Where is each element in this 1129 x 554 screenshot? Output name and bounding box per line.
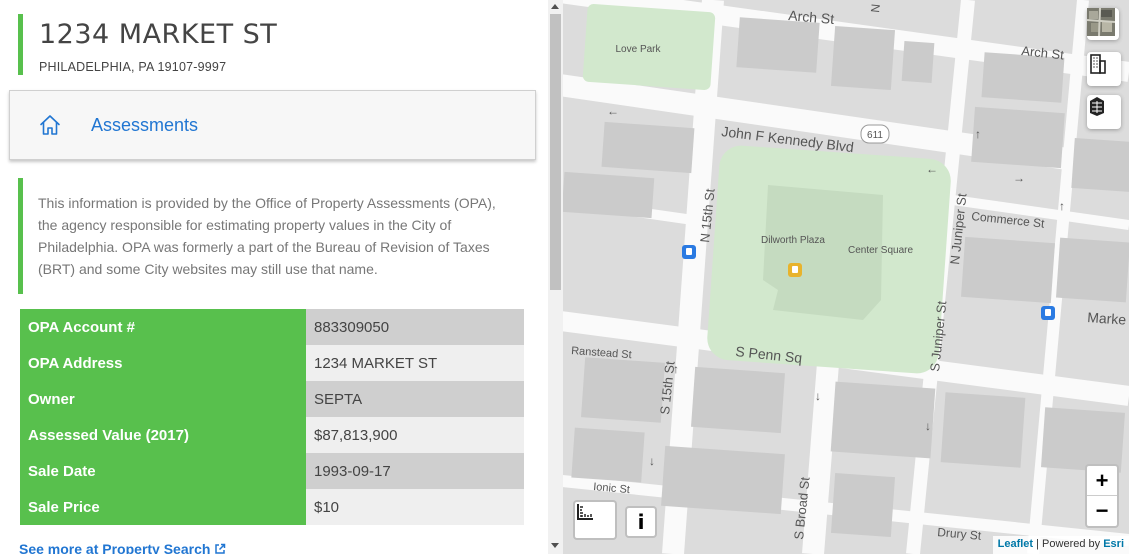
svg-text:↓: ↓ [649,454,655,468]
route-611-label: 611 [867,130,883,141]
route-611-shield-icon: 611 [860,124,890,144]
row-value: 1234 MARKET ST [306,345,524,381]
table-row: Assessed Value (2017) $87,813,900 [20,417,524,453]
map-view[interactable]: 611 ← ← → ↑ ↑ ↓ ↓ ↓ ↑ Arch St Arch St Lo… [563,0,1129,554]
assessments-topic-header[interactable]: Assessments [9,90,536,160]
3d-building-icon [1090,97,1104,116]
address-subtitle: PHILADELPHIA, PA 19107-9997 [39,60,227,74]
property-search-link[interactable]: See more at Property Search [19,541,226,554]
svg-text:→: → [1013,171,1025,185]
row-value: $10 [306,489,524,525]
row-value: 1993-09-17 [306,453,524,489]
panel-scrollbar[interactable] [548,0,563,554]
address-title: 1234 MARKET ST [39,19,278,50]
zoom-control: + − [1085,464,1119,528]
love-park-label: Love Park [615,44,661,55]
esri-link[interactable]: Esri [1103,538,1124,550]
property-table: OPA Account # 883309050 OPA Address 1234… [20,309,524,525]
dilworth-plaza-label: Dilworth Plaza [761,235,825,246]
zoom-in-button[interactable]: + [1087,466,1117,496]
market-st-label: Marke [1087,309,1127,328]
row-label: OPA Account # [20,309,306,345]
table-row: Sale Date 1993-09-17 [20,453,524,489]
row-label: Sale Price [20,489,306,525]
table-row: Owner SEPTA [20,381,524,417]
home-icon [40,115,60,135]
row-value: SEPTA [306,381,524,417]
address-header: 1234 MARKET ST PHILADELPHIA, PA 19107-99… [18,14,538,75]
row-value: 883309050 [306,309,524,345]
svg-text:↓: ↓ [815,389,821,403]
basemap[interactable]: 611 ← ← → ↑ ↑ ↓ ↓ ↓ ↑ Arch St Arch St Lo… [563,0,1129,554]
row-label: OPA Address [20,345,306,381]
scroll-up-arrow-icon[interactable] [551,4,559,9]
imagery-toggle-button[interactable] [1087,8,1119,40]
row-label: Assessed Value (2017) [20,417,306,453]
legend-info-button[interactable]: i [625,506,657,538]
building-icon [1090,54,1106,74]
row-value: $87,813,900 [306,417,524,453]
table-row: OPA Address 1234 MARKET ST [20,345,524,381]
map-attribution: Leaflet | Powered by Esri [992,536,1129,554]
external-link-icon [215,543,226,554]
svg-text:↓: ↓ [925,419,931,433]
svg-text:↑: ↑ [975,127,981,141]
attribution-separator: | Powered by [1033,538,1104,550]
subway-station-icon [682,245,696,259]
leaflet-link[interactable]: Leaflet [998,538,1033,550]
historic-map-button[interactable] [1087,52,1121,86]
info-icon: i [637,510,645,534]
scroll-down-arrow-icon[interactable] [551,543,559,548]
subway-station-icon [1041,306,1055,320]
row-label: Owner [20,381,306,417]
link-text: See more at Property Search [19,541,211,554]
row-label: Sale Date [20,453,306,489]
zoom-out-button[interactable]: − [1087,496,1117,526]
svg-text:↑: ↑ [1059,199,1065,213]
topic-panel: 1234 MARKET ST PHILADELPHIA, PA 19107-99… [0,0,548,554]
svg-text:←: ← [926,162,938,176]
aerial-thumbnail-icon [1087,8,1115,36]
n-st-label: N [868,3,883,13]
table-row: OPA Account # 883309050 [20,309,524,345]
center-square-label: Center Square [848,245,913,256]
3d-view-button[interactable] [1087,95,1121,129]
topic-label: Assessments [91,115,199,135]
svg-text:←: ← [607,104,619,118]
regional-rail-icon [788,263,802,277]
scrollbar-thumb[interactable] [550,14,561,290]
ruler-icon [577,504,593,520]
table-row: Sale Price $10 [20,489,524,525]
opa-description: This information is provided by the Offi… [18,178,518,294]
measure-button[interactable] [573,500,617,540]
